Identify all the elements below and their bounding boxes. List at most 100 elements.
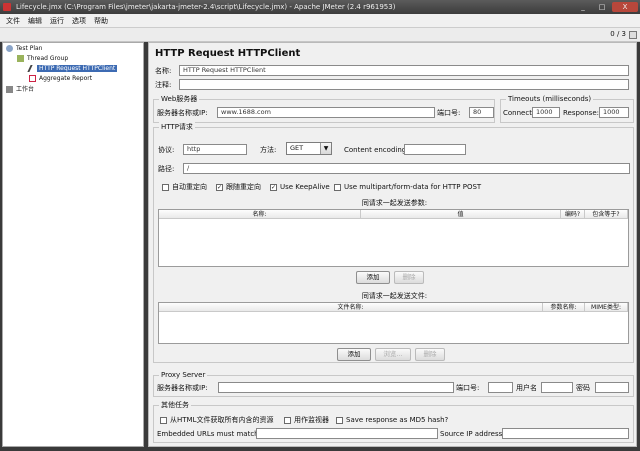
files-title: 同请求一起发送文件: [361,292,428,300]
tree-node-http-request[interactable]: HTTP Request HTTPClient [27,64,118,73]
response-label: Response: [563,109,599,117]
content-encoding-input[interactable] [404,144,466,155]
tree-node-aggregate-report[interactable]: Aggregate Report [29,74,92,83]
proxy-password-input[interactable] [595,382,629,393]
auto-redirect-label: 自动重定向 [172,183,207,191]
delete-param-button[interactable]: 删除 [394,271,424,284]
multipart-label: Use multipart/form-data for HTTP POST [344,183,482,191]
method-select-value: GET [290,144,304,152]
follow-redirect-checkbox[interactable]: ✓ [216,184,223,191]
embedded-urls-input[interactable] [256,428,438,439]
proxy-user-input[interactable] [541,382,573,393]
web-server-group: Web服务器 服务器名称或IP: www.1688.com 端口号: 80 [153,94,495,123]
params-col-name[interactable]: 名称: [159,210,361,219]
panel-heading: HTTP Request HTTPClient [155,48,301,59]
response-timeout-input[interactable]: 1000 [599,107,629,118]
tree-node-test-plan[interactable]: Test Plan [6,44,43,53]
md5-hash-checkbox[interactable] [336,417,343,424]
files-col-mime[interactable]: MIME类型: [585,303,628,312]
test-plan-tree: Test Plan Thread Group HTTP Request HTTP… [2,42,144,447]
monitor-label: 用作监视器 [294,416,329,424]
test-plan-icon [6,45,13,52]
method-label: 方法: [260,146,277,154]
embedded-urls-label: Embedded URLs must match: [157,430,261,438]
path-input[interactable]: / [183,163,630,174]
menu-file[interactable]: 文件 [6,16,20,26]
report-icon [29,75,36,82]
params-col-encode[interactable]: 编码? [561,210,585,219]
workbench-icon [6,86,13,93]
port-input[interactable]: 80 [469,107,494,118]
jmeter-app-icon [3,3,11,11]
window-title: Lifecycle.jmx (C:\Program Files\jmeter\j… [16,3,396,11]
add-file-button[interactable]: 添加 [337,348,371,361]
content-encoding-label: Content encoding: [344,146,409,154]
maximize-button[interactable]: □ [593,2,611,12]
menu-run[interactable]: 运行 [50,16,64,26]
follow-redirect-label: 跟随重定向 [226,183,261,191]
name-label: 名称: [155,67,172,75]
http-request-panel: HTTP Request HTTPClient 名称: HTTP Request… [148,42,637,447]
menu-bar: 文件 编辑 运行 选项 帮助 [0,14,640,28]
retrieve-resources-label: 从HTML文件获取所有内含的资源 [170,416,274,424]
optional-tasks-title: 其他任务 [159,400,191,410]
thread-counter: 0 / 3 [610,30,626,38]
add-param-button[interactable]: 添加 [356,271,390,284]
protocol-input[interactable]: http [183,144,247,155]
http-sampler-icon [27,65,36,72]
files-table[interactable]: 文件名称: 参数名称: MIME类型: [158,302,629,344]
keepalive-label: Use KeepAlive [280,183,330,191]
menu-options[interactable]: 选项 [72,16,86,26]
browse-file-button[interactable]: 浏览... [375,348,411,361]
multipart-checkbox[interactable] [334,184,341,191]
proxy-password-label: 密码 [576,384,590,392]
comment-label: 注释: [155,81,172,89]
params-table[interactable]: 名称: 值 编码? 包含等于? [158,209,629,267]
menu-help[interactable]: 帮助 [94,16,108,26]
connect-label: Connect: [503,109,535,117]
params-col-include-equals[interactable]: 包含等于? [585,210,628,219]
proxy-host-label: 服务器名称或IP: [157,384,208,392]
files-col-filename[interactable]: 文件名称: [159,303,543,312]
path-label: 路径: [158,165,175,173]
files-col-param-name[interactable]: 参数名称: [543,303,585,312]
close-button[interactable]: X [612,2,638,12]
connect-timeout-input[interactable]: 1000 [532,107,560,118]
optional-tasks-group: 其他任务 从HTML文件获取所有内含的资源 用作监视器 Save respons… [153,400,634,443]
web-server-title: Web服务器 [159,94,200,104]
monitor-checkbox[interactable] [284,417,291,424]
retrieve-resources-checkbox[interactable] [160,417,167,424]
protocol-label: 协议: [158,146,175,154]
proxy-host-input[interactable] [218,382,454,393]
toolbar: 0 / 3 [0,28,640,42]
params-col-value[interactable]: 值 [361,210,561,219]
minimize-button[interactable]: _ [574,2,592,12]
proxy-port-label: 端口号: [456,384,480,392]
proxy-user-label: 用户名 [516,384,537,392]
chevron-down-icon[interactable]: ▼ [320,143,331,154]
md5-hash-label: Save response as MD5 hash? [346,416,449,424]
server-name-input[interactable]: www.1688.com [217,107,435,118]
source-ip-label: Source IP address: [440,430,505,438]
proxy-server-group: Proxy Server 服务器名称或IP: 端口号: 用户名 密码 [153,370,634,397]
params-title: 同请求一起发送参数: [361,199,428,207]
proxy-server-title: Proxy Server [159,370,208,380]
timeouts-group: Timeouts (milliseconds) Connect: 1000 Re… [500,94,634,123]
source-ip-input[interactable] [502,428,629,439]
delete-file-button[interactable]: 删除 [415,348,445,361]
menu-edit[interactable]: 编辑 [28,16,42,26]
title-bar: Lifecycle.jmx (C:\Program Files\jmeter\j… [0,0,640,14]
timeouts-title: Timeouts (milliseconds) [506,94,594,104]
http-request-group: HTTP请求 协议: http 方法: GET ▼ Content encodi… [153,122,634,363]
tree-node-thread-group[interactable]: Thread Group [17,54,68,63]
proxy-port-input[interactable] [488,382,513,393]
http-request-title: HTTP请求 [159,122,195,132]
keepalive-checkbox[interactable]: ✓ [270,184,277,191]
tree-node-workbench[interactable]: 工作台 [6,85,34,94]
server-name-label: 服务器名称或IP: [157,109,208,117]
auto-redirect-checkbox[interactable] [162,184,169,191]
comment-input[interactable] [179,79,629,90]
port-label: 端口号: [437,109,461,117]
method-select[interactable]: GET ▼ [286,142,332,155]
name-input[interactable]: HTTP Request HTTPClient [179,65,629,76]
